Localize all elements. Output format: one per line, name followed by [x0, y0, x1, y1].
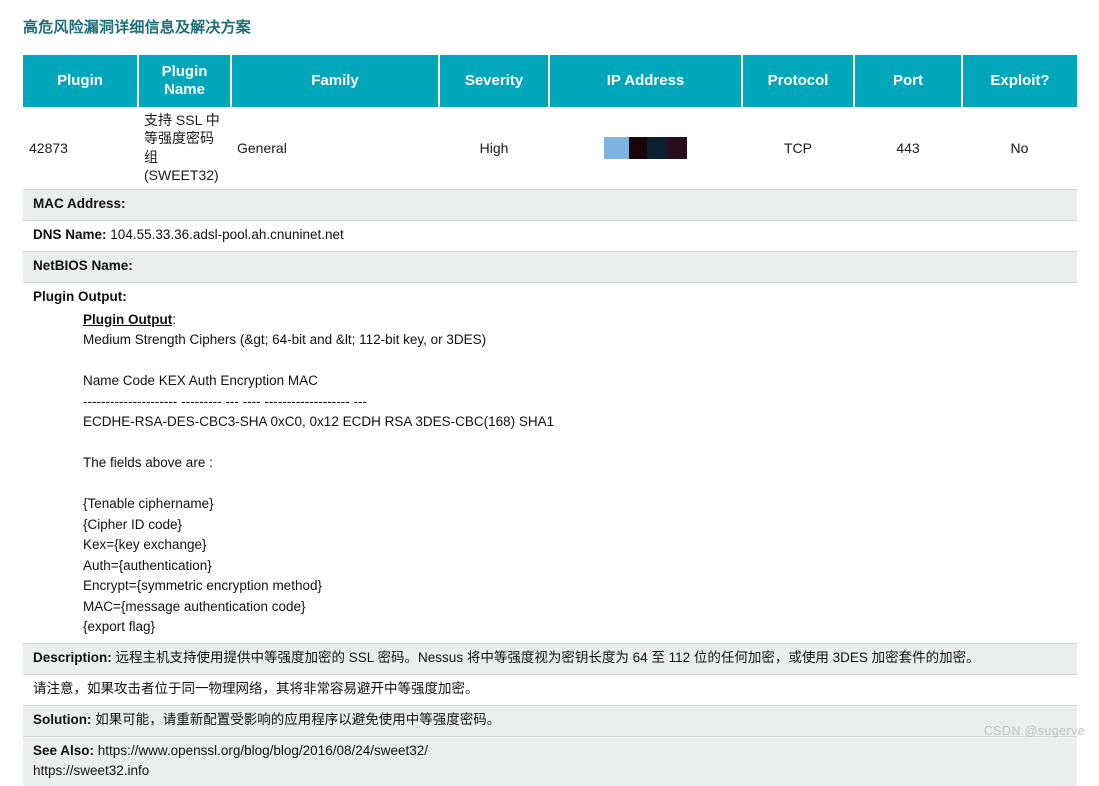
col-header-protocol[interactable]: Protocol	[742, 55, 855, 107]
see-also-cell: See Also: https://www.openssl.org/blog/b…	[23, 735, 1077, 786]
plugin-output-label: Plugin Output:	[33, 288, 127, 304]
cell-port: 443	[854, 107, 962, 190]
solution-cell: Solution: 如果可能，请重新配置受影响的应用程序以避免使用中等强度密码。	[23, 704, 1077, 737]
col-header-severity[interactable]: Severity	[439, 55, 550, 107]
ip-address-redaction-block	[603, 136, 688, 159]
table-header-row: Plugin Plugin Name Family Severity IP Ad…	[23, 55, 1077, 107]
vulnerability-table: Plugin Plugin Name Family Severity IP Ad…	[23, 55, 1077, 786]
netbios-name-label: NetBIOS Name:	[33, 257, 133, 273]
mac-address-cell: MAC Address:	[23, 188, 1077, 221]
plugin-output-text: Medium Strength Ciphers (&gt; 64-bit and…	[83, 332, 555, 635]
col-header-plugin-name[interactable]: Plugin Name	[138, 55, 232, 107]
row-description-note: 请注意，如果攻击者位于同一物理网络，其将非常容易避开中等强度加密。	[23, 673, 1077, 706]
table-row: 42873 支持 SSL 中等强度密码组 (SWEET32) General H…	[23, 107, 1077, 190]
row-mac-address: MAC Address:	[23, 188, 1077, 221]
cell-protocol: TCP	[742, 107, 854, 190]
row-plugin-output: Plugin Output: Plugin Output: Medium Str…	[23, 281, 1077, 644]
solution-label: Solution:	[33, 711, 92, 727]
row-dns-name: DNS Name: 104.55.33.36.adsl-pool.ah.cnun…	[23, 219, 1077, 252]
row-netbios-name: NetBIOS Name:	[23, 250, 1077, 283]
col-header-ip-address[interactable]: IP Address	[549, 55, 743, 107]
see-also-link-1[interactable]: https://www.openssl.org/blog/blog/2016/0…	[98, 743, 428, 758]
description-value: 远程主机支持使用提供中等强度加密的 SSL 密码。Nessus 将中等强度视为密…	[115, 649, 980, 665]
dns-name-cell: DNS Name: 104.55.33.36.adsl-pool.ah.cnun…	[23, 219, 1077, 252]
description-label: Description:	[33, 649, 112, 665]
col-header-port[interactable]: Port	[854, 55, 963, 107]
netbios-name-cell: NetBIOS Name:	[23, 250, 1077, 283]
see-also-link-2[interactable]: https://sweet32.info	[33, 763, 149, 778]
col-header-family[interactable]: Family	[231, 55, 440, 107]
row-see-also: See Also: https://www.openssl.org/blog/b…	[23, 735, 1077, 786]
description-cell: Description: 远程主机支持使用提供中等强度加密的 SSL 密码。Ne…	[23, 642, 1077, 675]
cell-severity: High	[439, 107, 549, 190]
vulnerability-detail-page: 高危风险漏洞详细信息及解决方案 Plugin Plugin Name Famil…	[0, 0, 1099, 786]
mac-address-label: MAC Address:	[33, 195, 126, 211]
cell-ip-address	[549, 107, 742, 190]
plugin-output-inner-label: Plugin Output	[83, 311, 173, 327]
cell-family: General	[231, 107, 439, 190]
plugin-output-body-wrap: Plugin Output: Medium Strength Ciphers (…	[83, 310, 1067, 638]
cell-plugin-id: 42873	[23, 107, 138, 190]
description-note-text: 请注意，如果攻击者位于同一物理网络，其将非常容易避开中等强度加密。	[33, 680, 479, 696]
page-title: 高危风险漏洞详细信息及解决方案	[23, 19, 252, 36]
description-note-cell: 请注意，如果攻击者位于同一物理网络，其将非常容易避开中等强度加密。	[23, 673, 1077, 706]
dns-name-label: DNS Name:	[33, 226, 107, 242]
dns-name-value: 104.55.33.36.adsl-pool.ah.cnuninet.net	[110, 226, 344, 242]
solution-value: 如果可能，请重新配置受影响的应用程序以避免使用中等强度密码。	[95, 711, 501, 727]
watermark: CSDN @sugerve	[983, 724, 1085, 738]
col-header-exploit[interactable]: Exploit?	[962, 55, 1077, 107]
row-solution: Solution: 如果可能，请重新配置受影响的应用程序以避免使用中等强度密码。	[23, 704, 1077, 737]
plugin-output-inner-colon: :	[172, 311, 176, 327]
plugin-output-cell: Plugin Output: Plugin Output: Medium Str…	[23, 281, 1077, 644]
cell-plugin-name: 支持 SSL 中等强度密码组 (SWEET32)	[138, 107, 231, 190]
row-description: Description: 远程主机支持使用提供中等强度加密的 SSL 密码。Ne…	[23, 642, 1077, 675]
col-header-plugin[interactable]: Plugin	[23, 55, 139, 107]
cell-exploit: No	[962, 107, 1077, 190]
see-also-label: See Also:	[33, 742, 95, 758]
